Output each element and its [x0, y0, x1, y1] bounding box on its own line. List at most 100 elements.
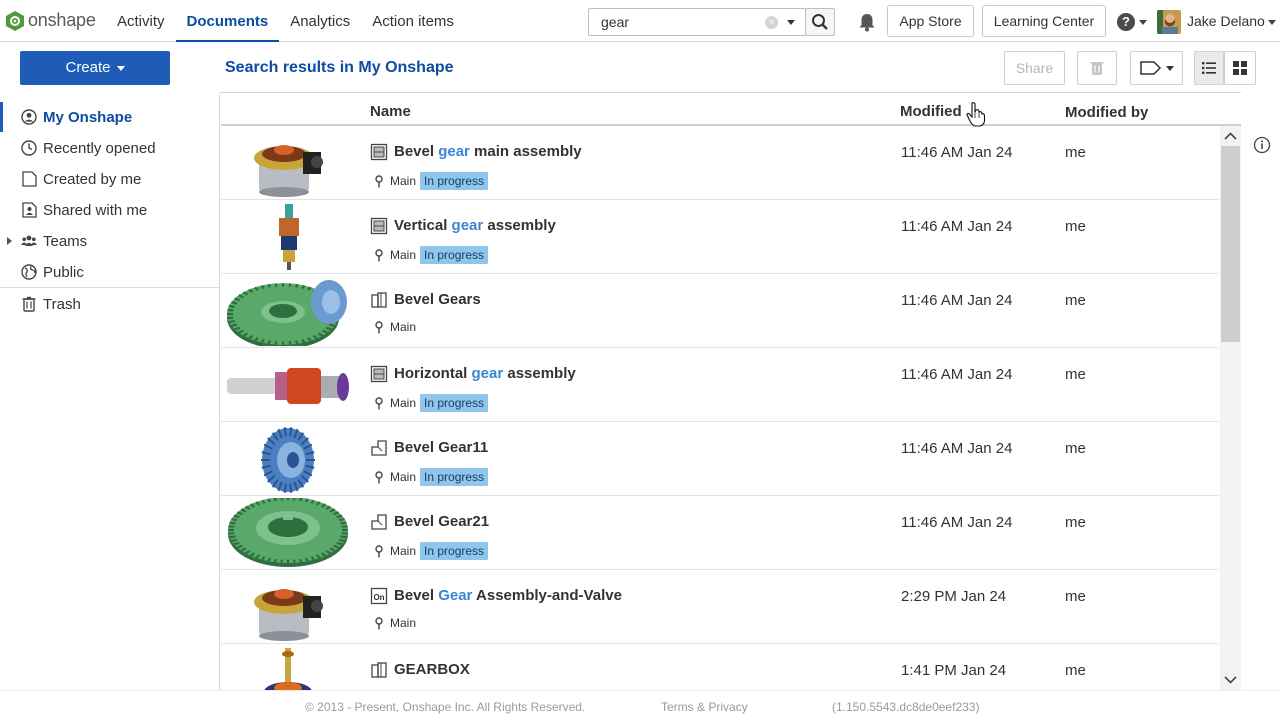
- create-label: Create: [65, 59, 111, 76]
- onshape-logo[interactable]: onshape: [6, 10, 96, 31]
- table-row[interactable]: Bevel Gear21 Main In progress 11:46 AM J…: [221, 496, 1219, 570]
- branch-info: Main In progress: [374, 542, 489, 560]
- table-row[interactable]: Bevel Gears Main 11:46 AM Jan 24 me: [221, 274, 1219, 348]
- logo-text: onshape: [28, 10, 96, 30]
- branch-pin-icon: [375, 248, 383, 261]
- document-thumbnail[interactable]: [225, 572, 351, 642]
- notification-bell-icon[interactable]: [857, 12, 877, 32]
- user-name[interactable]: Jake Delano: [1187, 13, 1265, 29]
- document-name[interactable]: Bevel Gear11: [394, 439, 488, 456]
- sidebar-item-trash[interactable]: Trash: [0, 289, 218, 319]
- page-title: Search results in My Onshape: [225, 59, 454, 76]
- sidebar-item-public[interactable]: Public: [0, 257, 218, 287]
- sidebar-item-created-by-me[interactable]: Created by me: [0, 164, 218, 194]
- clear-search-icon[interactable]: ×: [765, 16, 778, 29]
- document-name[interactable]: Vertical gear assembly: [394, 217, 556, 234]
- nav-documents[interactable]: Documents: [175, 0, 280, 42]
- branch-pin-icon: [375, 396, 383, 409]
- name-text: Vertical: [394, 217, 452, 234]
- sidebar-item-teams[interactable]: Teams: [0, 226, 218, 256]
- onshape-doc-icon: On: [370, 587, 388, 605]
- branch-info: Main In progress: [374, 172, 489, 190]
- sidebar-item-label: Recently opened: [43, 139, 156, 157]
- status-badge: In progress: [420, 246, 489, 264]
- scroll-down-icon[interactable]: [1220, 672, 1241, 688]
- document-thumbnail[interactable]: [225, 646, 351, 690]
- app-store-button[interactable]: App Store: [887, 5, 974, 37]
- share-button[interactable]: Share: [1004, 51, 1065, 85]
- name-text: Assembly-and-Valve: [472, 587, 622, 604]
- status-badge: In progress: [420, 542, 489, 560]
- team-icon: [21, 235, 37, 246]
- document-thumbnail[interactable]: [225, 424, 351, 494]
- learning-center-button[interactable]: Learning Center: [982, 5, 1106, 37]
- document-thumbnail[interactable]: [225, 350, 351, 420]
- modified-by: me: [1065, 292, 1086, 309]
- delete-button[interactable]: [1077, 51, 1117, 85]
- table-row[interactable]: Horizontal gear assembly Main In progres…: [221, 348, 1219, 422]
- name-text: assembly: [483, 217, 556, 234]
- help-icon[interactable]: ?: [1117, 13, 1135, 31]
- branch-pin-icon: [375, 544, 383, 557]
- nav-analytics[interactable]: Analytics: [279, 0, 361, 42]
- name-match: gear: [451, 217, 484, 234]
- branch-name: Main: [390, 396, 417, 410]
- document-thumbnail[interactable]: [225, 128, 351, 198]
- table-row[interactable]: Vertical gear assembly Main In progress …: [221, 200, 1219, 274]
- branch-pin-icon: [375, 616, 383, 629]
- sidebar-item-label: Public: [43, 263, 84, 281]
- search-button[interactable]: [805, 8, 835, 36]
- column-header-modified-by[interactable]: Modified by: [1065, 104, 1148, 121]
- document-icon: [370, 291, 388, 309]
- branch-info: Main In progress: [374, 394, 489, 412]
- branch-name: Main: [390, 320, 417, 334]
- document-name[interactable]: Bevel Gears: [394, 291, 481, 308]
- column-header-name[interactable]: Name: [370, 103, 411, 120]
- list-view-button[interactable]: [1194, 51, 1224, 85]
- document-name[interactable]: Bevel gear main assembly: [394, 143, 582, 160]
- search-options-caret-icon[interactable]: [787, 20, 795, 25]
- document-thumbnail[interactable]: [225, 498, 351, 568]
- nav-activity[interactable]: Activity: [106, 0, 176, 42]
- sidebar-item-label: Teams: [43, 232, 88, 250]
- document-name[interactable]: Bevel Gear Assembly-and-Valve: [394, 587, 622, 604]
- sidebar-item-shared-with-me[interactable]: Shared with me: [0, 195, 218, 225]
- scrollbar-thumb[interactable]: [1221, 146, 1240, 342]
- modified-by: me: [1065, 588, 1086, 605]
- modified-date: 11:46 AM Jan 24: [901, 144, 1013, 161]
- table-row[interactable]: Bevel Gear11 Main In progress 11:46 AM J…: [221, 422, 1219, 496]
- table-row[interactable]: Bevel gear main assembly Main In progres…: [221, 126, 1219, 200]
- hand-cursor-icon: [966, 102, 986, 127]
- help-caret-icon[interactable]: [1139, 20, 1147, 25]
- document-thumbnail[interactable]: [225, 202, 351, 272]
- sidebar-item-recently-opened[interactable]: Recently opened: [0, 133, 218, 163]
- copyright-text: © 2013 - Present, Onshape Inc. All Right…: [305, 700, 586, 714]
- info-icon[interactable]: [1253, 136, 1271, 154]
- trash-icon: [22, 296, 36, 312]
- scroll-up-icon[interactable]: [1220, 128, 1241, 144]
- document-name[interactable]: Horizontal gear assembly: [394, 365, 576, 382]
- table-row[interactable]: On Bevel Gear Assembly-and-Valve Main 2:…: [221, 570, 1219, 644]
- clock-icon: [21, 140, 37, 156]
- label-button[interactable]: [1130, 51, 1183, 85]
- search-icon: [812, 14, 828, 30]
- name-match: gear: [438, 143, 470, 160]
- document-name[interactable]: Bevel Gear21: [394, 513, 489, 530]
- table-row[interactable]: GEARBOX 1:41 PM Jan 24 me: [221, 644, 1219, 690]
- nav-action-items[interactable]: Action items: [361, 0, 465, 42]
- search-input[interactable]: [589, 9, 759, 35]
- user-avatar[interactable]: [1157, 10, 1181, 34]
- create-button[interactable]: Create: [20, 51, 170, 85]
- sidebar-item-label: Trash: [43, 295, 81, 313]
- branch-pin-icon: [375, 174, 383, 187]
- modified-date: 11:46 AM Jan 24: [901, 218, 1013, 235]
- sidebar-item-my-onshape[interactable]: My Onshape: [0, 102, 218, 132]
- column-header-modified[interactable]: Modified: [900, 103, 962, 120]
- terms-privacy-link[interactable]: Terms & Privacy: [661, 700, 748, 714]
- document-thumbnail[interactable]: [225, 276, 351, 346]
- name-text: Bevel Gear21: [394, 513, 490, 530]
- user-circle-icon: [21, 109, 37, 125]
- document-name[interactable]: GEARBOX: [394, 661, 470, 678]
- user-menu-caret-icon[interactable]: [1268, 20, 1276, 25]
- grid-view-button[interactable]: [1224, 51, 1256, 85]
